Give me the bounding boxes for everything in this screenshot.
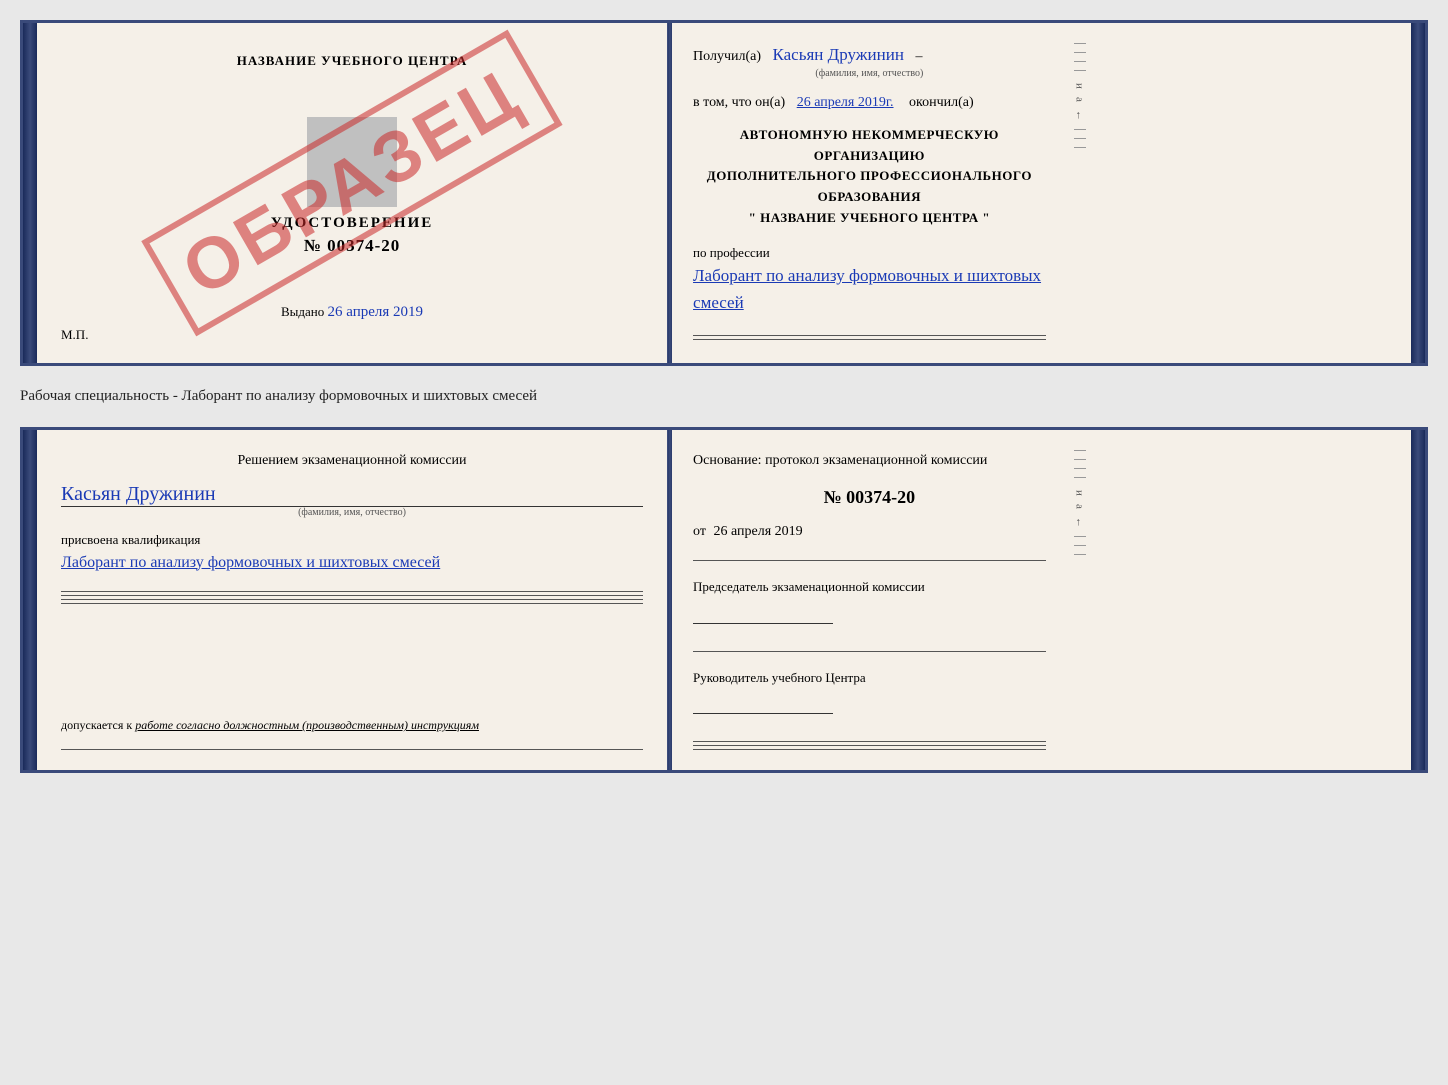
name-sublabel: (фамилия, имя, отчество) [693, 67, 1046, 81]
reshenie-header: Решением экзаменационной комиссии [61, 450, 643, 471]
org-line3: " НАЗВАНИЕ УЧЕБНОГО ЦЕНТРА " [693, 208, 1046, 229]
photo-placeholder [307, 117, 397, 207]
vtom-label: в том, что он(а) [693, 95, 785, 110]
underlines-top [693, 335, 1046, 340]
protocol-date-value: 26 апреля 2019 [713, 524, 802, 539]
dopuskaetsya-block: допускается к работе согласно должностны… [61, 718, 643, 733]
bottom-card-right: Основание: протокол экзаменационной коми… [669, 430, 1070, 770]
rukovoditель-label: Руководитель учебного Центра [693, 668, 1046, 689]
bottom-name-block: Касьян Дружинин (фамилия, имя, отчество) [61, 483, 643, 518]
binding-left-top [23, 23, 37, 363]
bottom-name: Касьян Дружинин [61, 483, 643, 507]
org-block: АВТОНОМНУЮ НЕКОММЕРЧЕСКУЮ ОРГАНИЗАЦИЮ ДО… [693, 125, 1046, 229]
line-r1 [693, 560, 1046, 561]
rukovoditель-signature [693, 696, 833, 714]
predsedatel-label: Председатель экзаменационной комиссии [693, 577, 1046, 598]
predsedatel-block: Председатель экзаменационной комиссии [693, 577, 1046, 631]
protocol-date-line: от 26 апреля 2019 [693, 524, 1046, 540]
issued-line: Выдано 26 апреля 2019 [281, 304, 423, 321]
margin-text-и: и [1074, 83, 1086, 89]
binding-right-bottom [1411, 430, 1425, 770]
kvali-label: присвоена квалификация [61, 530, 643, 550]
bottom-right-line1 [693, 560, 1046, 561]
predsedatel-signature [693, 606, 833, 624]
vtom-date: 26 апреля 2019г. [797, 95, 894, 110]
org-line2: ДОПОЛНИТЕЛЬНОГО ПРОФЕССИОНАЛЬНОГО ОБРАЗО… [693, 166, 1046, 208]
margin-text-а: а [1074, 97, 1086, 102]
margin-b-left: ← [1074, 517, 1086, 528]
org-line1: АВТОНОМНУЮ НЕКОММЕРЧЕСКУЮ ОРГАНИЗАЦИЮ [693, 125, 1046, 167]
bottom-right-remaining [693, 741, 1046, 750]
line-b4 [61, 603, 643, 604]
poluchil-block: Получил(а) Касьян Дружинин – (фамилия, и… [693, 43, 1046, 81]
dopuskaetsya-label: допускается к [61, 718, 132, 732]
bottom-document-card: Решением экзаменационной комиссии Касьян… [20, 427, 1428, 773]
top-document-card: НАЗВАНИЕ УЧЕБНОГО ЦЕНТРА ОБРАЗЕЦ УДОСТОВ… [20, 20, 1428, 366]
line-f1 [61, 749, 643, 750]
line-r5 [693, 749, 1046, 750]
prof-value: Лаборант по анализу формовочных и шихтов… [693, 262, 1046, 316]
margin-b-а: а [1074, 504, 1086, 509]
mp-label: М.П. [61, 327, 88, 343]
binding-left-bottom [23, 430, 37, 770]
bottom-name-sublabel: (фамилия, имя, отчество) [61, 507, 643, 518]
middle-specialty-text: Рабочая специальность - Лаборант по анал… [20, 382, 1428, 411]
cert-label: УДОСТОВЕРЕНИЕ [271, 215, 434, 232]
margin-text-left: ← [1074, 110, 1086, 121]
prof-label: по профессии [693, 243, 1046, 263]
line-r4 [693, 745, 1046, 746]
line1 [693, 335, 1046, 336]
okonchil-label: окончил(а) [909, 95, 974, 110]
top-card-right: Получил(а) Касьян Дружинин – (фамилия, и… [669, 23, 1070, 363]
line-r3 [693, 741, 1046, 742]
osnov-block: Основание: протокол экзаменационной коми… [693, 450, 1046, 471]
line-b3 [61, 599, 643, 600]
bottom-card-left: Решением экзаменационной комиссии Касьян… [37, 430, 669, 770]
margin-lines-top: и а ← [1070, 23, 1090, 363]
line2 [693, 339, 1046, 340]
bottom-left-final-lines [61, 749, 643, 750]
line-b1 [61, 591, 643, 592]
line-r2 [693, 651, 1046, 652]
cert-number: № 00374-20 [304, 236, 401, 256]
protocol-date-prefix: от [693, 524, 706, 539]
issued-date: 26 апреля 2019 [328, 304, 424, 320]
kvali-block: присвоена квалификация Лаборант по анали… [61, 530, 643, 575]
bottom-left-lines [61, 591, 643, 604]
dopuskaetsya-text: работе согласно должностным (производств… [135, 718, 479, 732]
recipient-name: Касьян Дружинин [773, 45, 904, 64]
binding-right-top [1411, 23, 1425, 363]
issued-label: Выдано [281, 304, 324, 319]
protocol-number: № 00374-20 [693, 487, 1046, 508]
prof-block: по профессии Лаборант по анализу формово… [693, 243, 1046, 317]
vtom-block: в том, что он(а) 26 апреля 2019г. окончи… [693, 95, 1046, 111]
margin-b-и: и [1074, 490, 1086, 496]
bottom-right-line2 [693, 651, 1046, 652]
kvali-value: Лаборант по анализу формовочных и шихтов… [61, 550, 643, 576]
rukovoditель-block: Руководитель учебного Центра [693, 668, 1046, 722]
line-b2 [61, 595, 643, 596]
poluchil-label: Получил(а) [693, 49, 761, 64]
margin-lines-bottom: и а ← [1070, 430, 1090, 770]
school-title: НАЗВАНИЕ УЧЕБНОГО ЦЕНТРА [237, 53, 468, 69]
top-card-left: НАЗВАНИЕ УЧЕБНОГО ЦЕНТРА ОБРАЗЕЦ УДОСТОВ… [37, 23, 669, 363]
